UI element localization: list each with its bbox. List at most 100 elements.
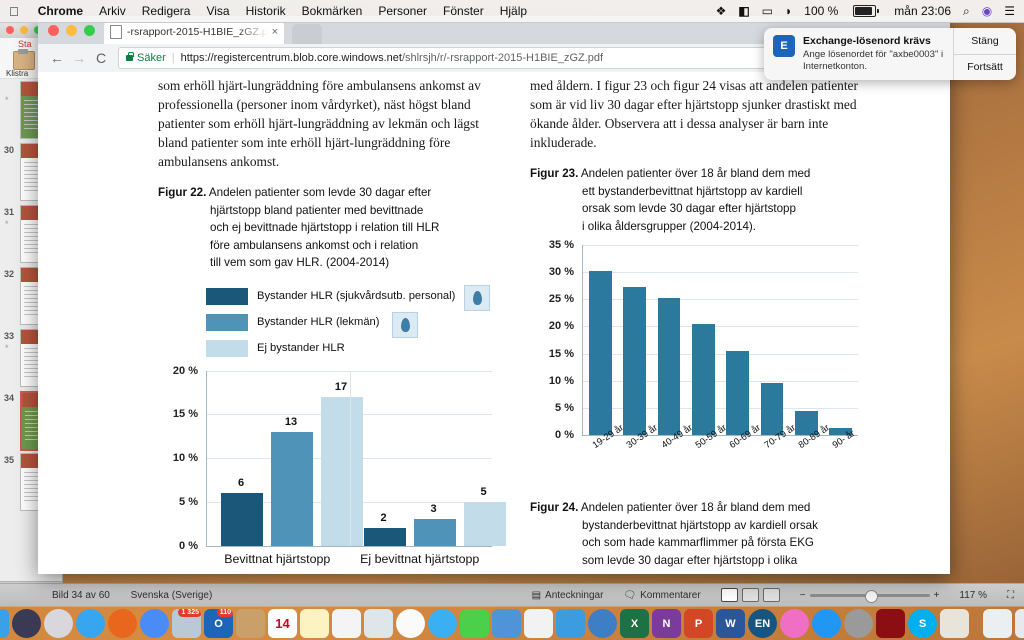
notes-button[interactable]: ▤ Anteckningar xyxy=(522,590,614,601)
ppt-close-button[interactable] xyxy=(6,26,14,34)
zoom-out-button[interactable]: − xyxy=(800,590,806,601)
menu-item-historik[interactable]: Historik xyxy=(238,4,294,18)
dock-item-acrobat-reader[interactable] xyxy=(876,609,905,638)
dock-item-word[interactable]: W xyxy=(716,609,745,638)
close-icon[interactable]: × xyxy=(272,26,278,38)
y-axis-tick-label: 35 % xyxy=(548,239,574,251)
dock-item-endnote[interactable]: EN xyxy=(748,609,777,638)
view-presentation-icon[interactable] xyxy=(762,588,780,602)
dock-item-excel[interactable]: X xyxy=(620,609,649,638)
paste-icon[interactable] xyxy=(13,49,35,70)
new-tab-button[interactable] xyxy=(292,24,322,44)
x-axis-category-label: Bevittnat hjärtstopp xyxy=(224,551,331,566)
bar-value-label: 2 xyxy=(380,512,387,524)
dock-item-onenote[interactable]: N xyxy=(652,609,681,638)
dock-item-messages[interactable] xyxy=(428,609,457,638)
dock-item-system-preferences[interactable] xyxy=(844,609,873,638)
menu-item-personer[interactable]: Personer xyxy=(370,4,435,18)
reload-button[interactable]: C xyxy=(90,50,112,66)
menu-item-redigera[interactable]: Redigera xyxy=(134,4,199,18)
dock-item-downloads-stack[interactable] xyxy=(983,609,1012,638)
macos-dock[interactable]: 1 325 O 110 14 X N P W EN S xyxy=(0,606,1024,640)
dock-item-folder[interactable] xyxy=(236,609,265,638)
menu-bar-clock[interactable]: mån 23:06 xyxy=(888,4,957,18)
window-close-button[interactable] xyxy=(48,25,59,36)
dock-item-outlook[interactable]: O 110 xyxy=(204,609,233,638)
apple-logo-icon[interactable]:  xyxy=(0,5,30,18)
menu-item-hjalp[interactable]: Hjälp xyxy=(492,4,535,18)
window-maximize-button[interactable] xyxy=(84,25,95,36)
battery-icon[interactable] xyxy=(844,5,882,17)
notification-center-icon[interactable]: ☰ xyxy=(998,4,1024,18)
bar-value-label: 5 xyxy=(480,485,487,498)
macos-menu-bar[interactable]:  Chrome Arkiv Redigera Visa Historik Bo… xyxy=(0,0,1024,23)
dock-item-skype[interactable]: S xyxy=(908,609,937,638)
dock-item-trash[interactable] xyxy=(1015,609,1024,638)
back-button[interactable]: ← xyxy=(46,50,68,66)
zoom-in-button[interactable]: + xyxy=(934,590,940,601)
slide-position-label: Bild 34 av 60 xyxy=(52,589,110,601)
view-slide-sorter-icon[interactable] xyxy=(741,588,759,602)
airplay-icon[interactable]: ▭ xyxy=(756,4,779,18)
dock-item-calendar[interactable]: 14 xyxy=(268,609,297,638)
menu-item-bokmarken[interactable]: Bokmärken xyxy=(294,4,371,18)
lock-icon xyxy=(126,51,134,61)
zoom-slider-knob[interactable] xyxy=(864,589,878,603)
dock-item-notes[interactable] xyxy=(300,609,329,638)
dock-item-equation-app[interactable] xyxy=(588,609,617,638)
bar xyxy=(657,297,681,435)
dock-item-finder[interactable] xyxy=(0,609,9,638)
fit-to-window-icon[interactable]: ⛶ xyxy=(997,590,1024,601)
dropbox-icon[interactable]: ❖ xyxy=(710,4,733,18)
notification-message: Ange lösenordet för "axbe0003" i Interne… xyxy=(803,49,944,72)
siri-icon[interactable]: ◉ xyxy=(976,4,998,18)
dock-item-firefox[interactable] xyxy=(108,609,137,638)
chrome-browser-window[interactable]: -rsrapport-2015-H1BIE_zGZ.p × ← → C Säke… xyxy=(38,16,950,574)
drag-ghost-icon[interactable] xyxy=(464,284,490,311)
dock-item-safari[interactable] xyxy=(76,609,105,638)
drag-ghost-icon[interactable] xyxy=(392,311,418,338)
wifi-icon[interactable]: ◗ xyxy=(779,4,798,18)
dock-item-utilities[interactable] xyxy=(364,609,393,638)
spotlight-search-icon[interactable]: ⌕ xyxy=(957,4,976,19)
address-bar[interactable]: Säker | https://registercentrum.blob.cor… xyxy=(118,47,856,69)
dock-item-powerpoint[interactable]: P xyxy=(684,609,713,638)
browser-tab[interactable]: -rsrapport-2015-H1BIE_zGZ.p × xyxy=(104,20,284,44)
notification-close-button[interactable]: Stäng xyxy=(954,28,1016,54)
ghost-shape xyxy=(472,290,482,305)
menu-item-arkiv[interactable]: Arkiv xyxy=(91,4,134,18)
view-mode-buttons[interactable] xyxy=(711,588,790,602)
bar xyxy=(463,501,506,546)
dock-item-reminders[interactable] xyxy=(332,609,361,638)
window-minimize-button[interactable] xyxy=(66,25,77,36)
menu-item-chrome[interactable]: Chrome xyxy=(30,4,91,18)
menu-item-visa[interactable]: Visa xyxy=(198,4,237,18)
dock-badge-count: 110 xyxy=(216,609,233,617)
dock-item-siri[interactable] xyxy=(12,609,41,638)
dock-item-facetime[interactable] xyxy=(460,609,489,638)
notification-continue-button[interactable]: Fortsätt xyxy=(954,53,1016,81)
zoom-slider[interactable] xyxy=(809,589,930,603)
dock-item-text-editor[interactable] xyxy=(492,609,521,638)
dock-item-keynote[interactable] xyxy=(556,609,585,638)
zoom-controls[interactable]: − + xyxy=(790,589,950,603)
comments-button[interactable]: 🗨 Kommentarer xyxy=(613,590,710,601)
menu-item-fonster[interactable]: Fönster xyxy=(435,4,492,18)
ribbon-tab-start[interactable]: Sta xyxy=(18,39,32,49)
forward-button[interactable]: → xyxy=(68,50,90,66)
dock-item-charts-app[interactable] xyxy=(524,609,553,638)
view-normal-icon[interactable] xyxy=(720,588,738,602)
contacts-icon[interactable]: ◧ xyxy=(732,4,755,18)
slide-number-label: 32 xyxy=(4,269,15,279)
dock-item-textedit[interactable] xyxy=(940,609,969,638)
system-notification[interactable]: E Exchange-lösenord krävs Ange lösenorde… xyxy=(764,28,1016,80)
dock-item-chrome[interactable] xyxy=(140,609,169,638)
dock-item-photos-editor[interactable]: 1 325 xyxy=(172,609,201,638)
ppt-minimize-button[interactable] xyxy=(20,26,28,34)
notification-actions[interactable]: Stäng Fortsätt xyxy=(953,28,1016,80)
dock-item-itunes[interactable] xyxy=(780,609,809,638)
dock-item-launchpad[interactable] xyxy=(44,609,73,638)
pdf-viewer-page[interactable]: som erhöll hjärt-lungräddning före ambul… xyxy=(38,72,950,574)
dock-item-app-store[interactable] xyxy=(812,609,841,638)
dock-item-photos[interactable] xyxy=(396,609,425,638)
